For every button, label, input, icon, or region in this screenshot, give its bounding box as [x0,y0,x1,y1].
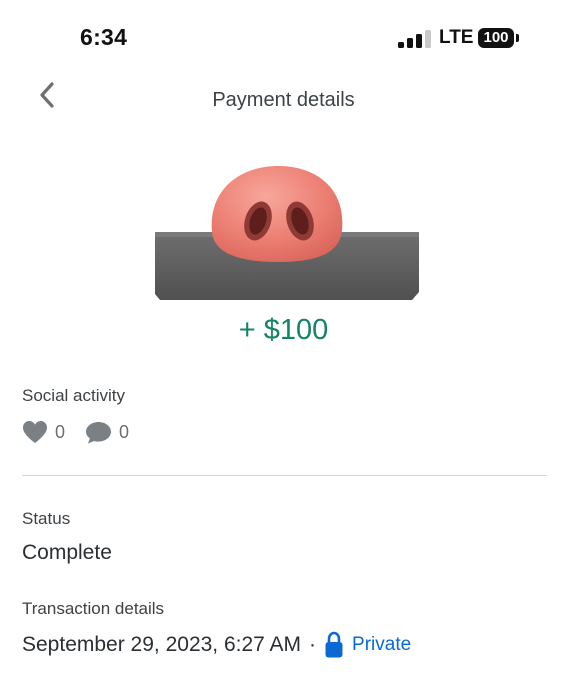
privacy-setting[interactable]: Private [324,631,411,659]
payment-amount: + $100 [238,314,329,346]
header: Payment details [0,70,567,130]
divider [22,475,547,476]
pig-nose-icon [155,166,419,300]
separator-dot: · [309,633,317,656]
status-value: Complete [22,541,112,564]
network-type: LTE [439,27,474,48]
status-time: 6:34 [80,24,128,50]
lock-icon [325,631,343,658]
comments-count: 0 [119,421,130,442]
status-label: Status [22,509,71,528]
page-title: Payment details [212,89,355,111]
likes-count: 0 [55,421,66,442]
transaction-details-label: Transaction details [22,599,165,618]
signal-strength-icon [398,30,431,48]
heart-icon[interactable] [22,420,48,444]
status-bar: 6:34 LTE 100 [0,0,567,70]
social-activity-label: Social activity [22,386,125,405]
transaction-details-row: September 29, 2023, 6:27 AM · Private [22,630,411,660]
comment-icon[interactable] [85,420,112,444]
battery-cap [516,34,519,42]
social-activity-row: 0 0 [22,418,149,446]
transaction-date: September 29, 2023, 6:27 AM [22,633,302,656]
battery-icon: 100 [478,28,514,48]
privacy-label: Private [352,634,412,655]
battery-level: 100 [483,29,509,46]
